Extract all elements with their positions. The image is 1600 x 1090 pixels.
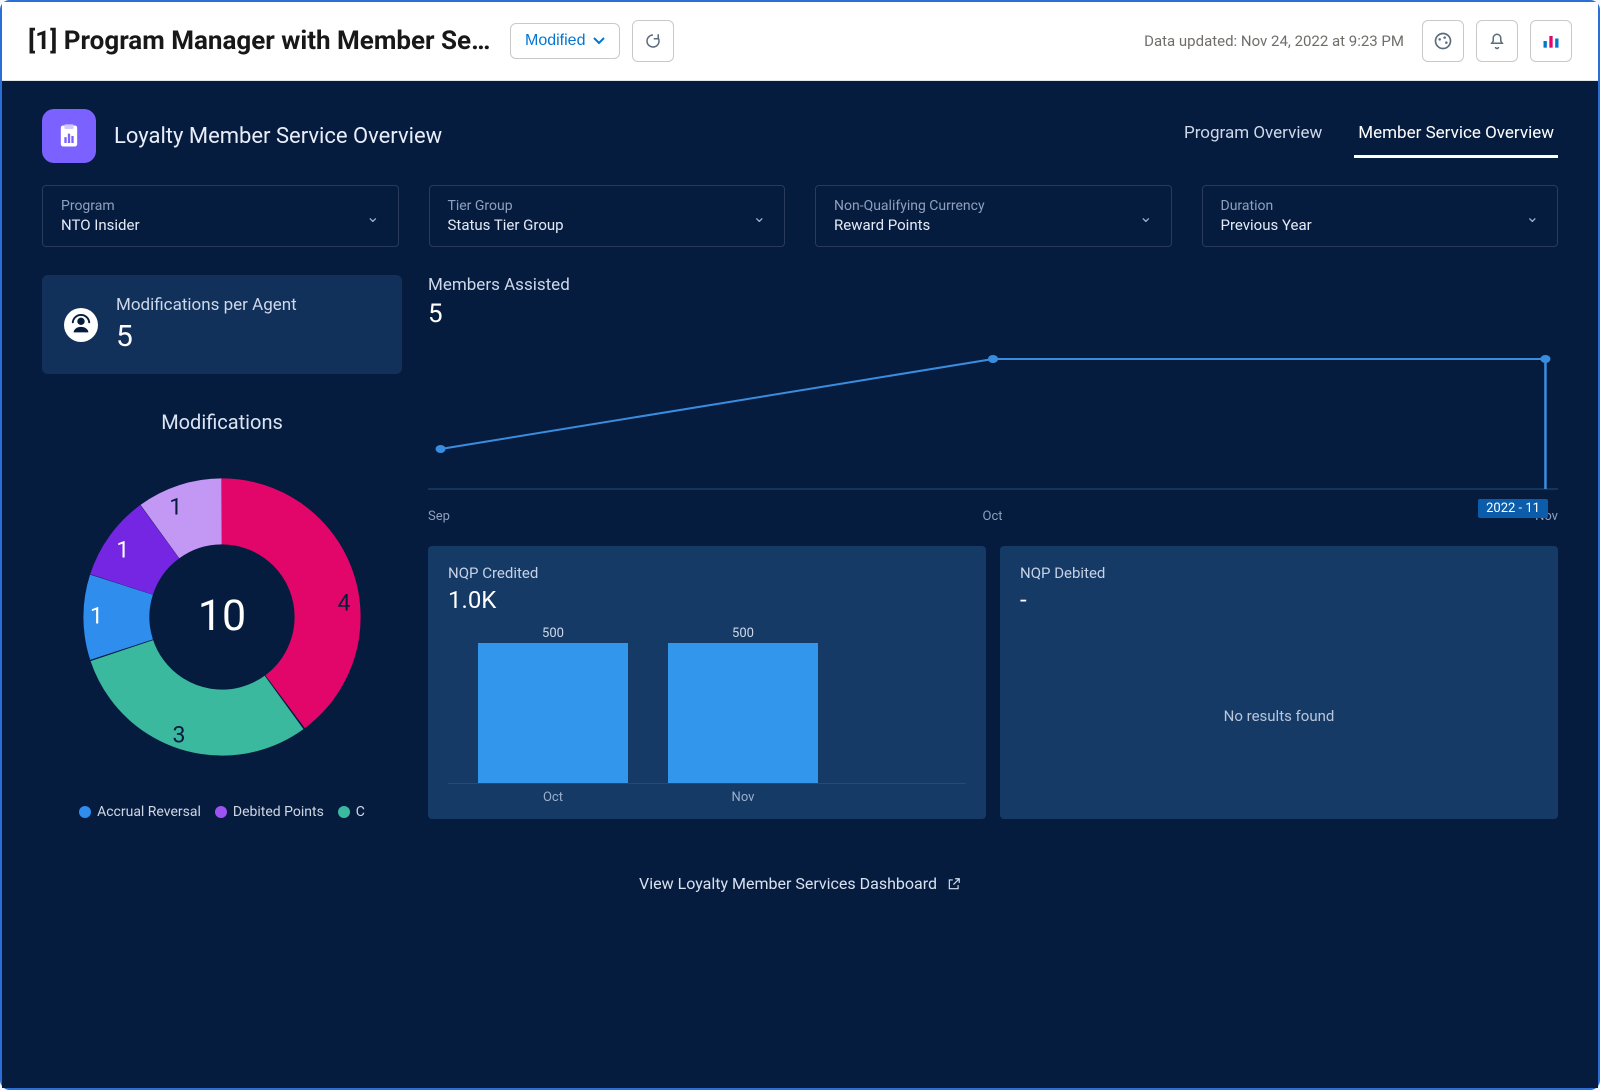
- filter-label: Duration: [1221, 198, 1312, 214]
- dashboard-title: Loyalty Member Service Overview: [114, 124, 442, 149]
- external-link-icon: [947, 877, 961, 891]
- notifications-button[interactable]: [1476, 20, 1518, 62]
- empty-state: No results found: [1020, 626, 1538, 805]
- analytics-button[interactable]: [1530, 20, 1572, 62]
- bar-chart-icon: [1541, 31, 1561, 51]
- modifications-per-agent-card: Modifications per Agent 5: [42, 275, 402, 374]
- filters-row: Program NTO Insider ⌄ Tier Group Status …: [42, 185, 1558, 247]
- card-title: NQP Debited: [1020, 564, 1538, 582]
- clipboard-chart-icon: [55, 122, 83, 150]
- bar: [668, 643, 818, 783]
- theme-button[interactable]: [1422, 20, 1464, 62]
- x-tick: Sep: [428, 509, 450, 524]
- legend-swatch: [215, 806, 227, 818]
- filter-label: Program: [61, 198, 140, 214]
- members-assisted-block: Members Assisted 5 Sep: [428, 275, 1558, 524]
- metric-label: Members Assisted: [428, 275, 1558, 295]
- filter-value: Status Tier Group: [448, 216, 564, 234]
- refresh-button[interactable]: [632, 20, 674, 62]
- filter-duration[interactable]: Duration Previous Year ⌄: [1202, 185, 1559, 247]
- line-chart[interactable]: [428, 329, 1558, 499]
- filter-label: Tier Group: [448, 198, 564, 214]
- nqp-debited-card: NQP Debited - No results found: [1000, 546, 1558, 819]
- filter-program[interactable]: Program NTO Insider ⌄: [42, 185, 399, 247]
- palette-icon: [1433, 31, 1453, 51]
- status-dropdown[interactable]: Modified: [510, 23, 620, 59]
- bar-value-label: 500: [732, 626, 754, 641]
- refresh-icon: [644, 32, 662, 50]
- filter-value: NTO Insider: [61, 216, 140, 234]
- svg-text:1: 1: [116, 537, 129, 564]
- chart-legend: Accrual Reversal Debited Points C: [42, 804, 402, 820]
- svg-text:3: 3: [173, 721, 186, 748]
- tab-member-service-overview[interactable]: Member Service Overview: [1354, 115, 1558, 158]
- filter-value: Previous Year: [1221, 216, 1312, 234]
- line-chart-badge: 2022 - 11: [1478, 499, 1548, 518]
- chart-title: Modifications: [42, 410, 402, 434]
- bar: [478, 643, 628, 783]
- bar-chart[interactable]: 500 500: [448, 626, 966, 784]
- svg-text:1: 1: [169, 494, 182, 521]
- svg-text:1: 1: [90, 603, 103, 630]
- donut-chart[interactable]: 10 4 3 1 1 1: [57, 452, 387, 782]
- chevron-down-icon: ⌄: [1139, 207, 1152, 226]
- bar-value-label: 500: [542, 626, 564, 641]
- app-icon: [42, 109, 96, 163]
- tabs: Program Overview Member Service Overview: [1180, 115, 1558, 158]
- card-value: 1.0K: [448, 586, 966, 614]
- svg-text:4: 4: [338, 589, 351, 616]
- chevron-down-icon: ⌄: [753, 207, 766, 226]
- dashboard-body: Loyalty Member Service Overview Program …: [2, 81, 1598, 1088]
- filter-tier-group[interactable]: Tier Group Status Tier Group ⌄: [429, 185, 786, 247]
- page-title: [1] Program Manager with Member Servic..…: [28, 26, 498, 56]
- legend-label: Debited Points: [233, 804, 324, 820]
- link-text: View Loyalty Member Services Dashboard: [639, 874, 937, 893]
- metric-value: 5: [116, 319, 297, 354]
- top-header: [1] Program Manager with Member Servic..…: [2, 2, 1598, 81]
- bell-icon: [1488, 32, 1506, 50]
- nqp-credited-card: NQP Credited 1.0K 500 500: [428, 546, 986, 819]
- metric-value: 5: [428, 299, 1558, 329]
- x-tick: Oct: [983, 509, 1003, 524]
- x-tick: Nov: [668, 790, 818, 805]
- updated-timestamp: Data updated: Nov 24, 2022 at 9:23 PM: [1144, 32, 1404, 50]
- filter-value: Reward Points: [834, 216, 985, 234]
- legend-swatch: [338, 806, 350, 818]
- card-value: -: [1020, 586, 1538, 614]
- x-tick: Oct: [478, 790, 628, 805]
- legend-swatch: [79, 806, 91, 818]
- filter-label: Non-Qualifying Currency: [834, 198, 985, 214]
- metric-label: Modifications per Agent: [116, 295, 297, 315]
- caret-down-icon: [593, 35, 605, 47]
- agent-icon: [64, 308, 98, 342]
- filter-nq-currency[interactable]: Non-Qualifying Currency Reward Points ⌄: [815, 185, 1172, 247]
- view-dashboard-link[interactable]: View Loyalty Member Services Dashboard: [42, 874, 1558, 893]
- modifications-chart: Modifications: [42, 400, 402, 820]
- chevron-down-icon: ⌄: [366, 207, 379, 226]
- status-label: Modified: [525, 32, 585, 50]
- tab-program-overview[interactable]: Program Overview: [1180, 115, 1326, 158]
- legend-label: C: [356, 804, 365, 820]
- chevron-down-icon: ⌄: [1526, 207, 1539, 226]
- headset-icon: [70, 314, 92, 336]
- card-title: NQP Credited: [448, 564, 966, 582]
- legend-label: Accrual Reversal: [97, 804, 201, 820]
- donut-center-value: 10: [198, 591, 246, 641]
